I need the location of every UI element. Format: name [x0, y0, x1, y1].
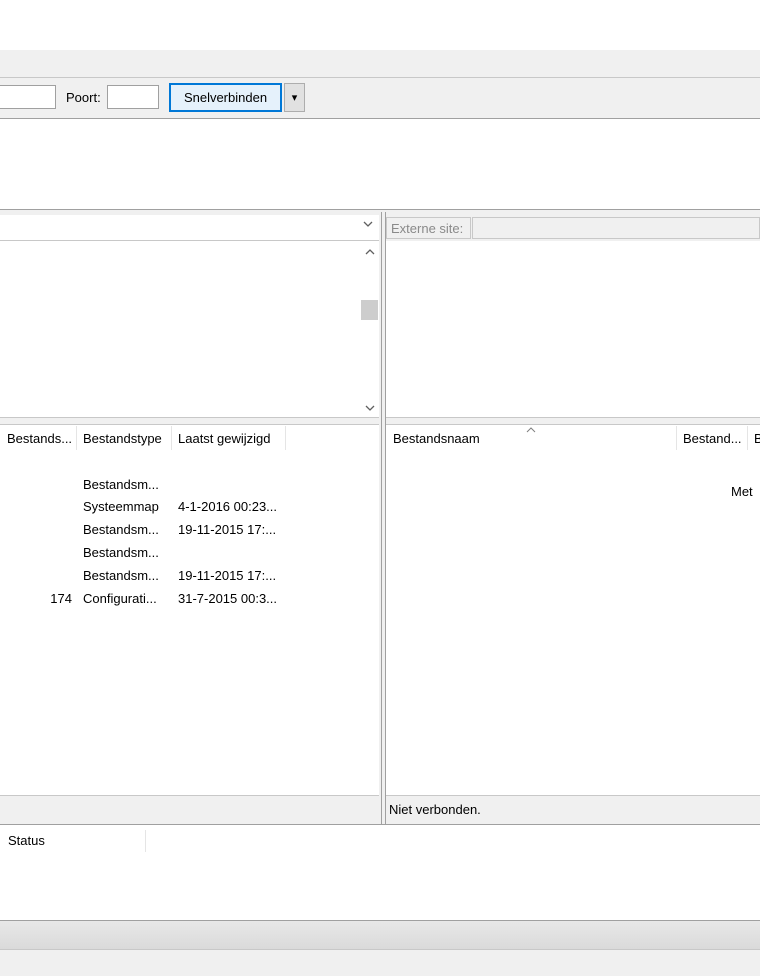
chevron-down-icon: ▾: [291, 92, 298, 104]
local-column-modified[interactable]: Laatst gewijzigd: [178, 426, 283, 450]
table-row[interactable]: Bestandsm... 19-11-2015 17:...: [0, 566, 379, 586]
remote-status-bar: Niet verbonden.: [386, 796, 760, 822]
transfer-queue[interactable]: Status: [0, 825, 760, 920]
file-modified: 19-11-2015 17:...: [178, 568, 277, 583]
file-type: Bestandsm...: [83, 477, 159, 492]
file-modified: 19-11-2015 17:...: [178, 522, 277, 537]
table-row[interactable]: Systeemmap 4-1-2016 00:23...: [0, 497, 379, 517]
file-type: Bestandsm...: [83, 545, 159, 560]
queue-column-status[interactable]: Status: [8, 830, 45, 852]
table-row[interactable]: 174 Configurati... 31-7-2015 00:3...: [0, 589, 379, 609]
queue-tabs-strip: [0, 921, 760, 949]
toolbar: [0, 50, 760, 77]
file-modified: 4-1-2016 00:23...: [178, 499, 278, 514]
remote-directory-tree[interactable]: [386, 241, 760, 417]
table-row[interactable]: Bestandsm... 19-11-2015 17:...: [0, 520, 379, 540]
file-size: 174: [50, 591, 72, 606]
local-tree-scrollbar[interactable]: [360, 241, 379, 417]
quickconnect-button[interactable]: Snelverbinden: [169, 83, 282, 112]
scroll-thumb[interactable]: [361, 300, 378, 320]
quickconnect-button-label: Snelverbinden: [183, 90, 268, 105]
file-type: Systeemmap: [83, 499, 159, 514]
local-path-dropdown[interactable]: [362, 218, 374, 233]
table-row[interactable]: Bestandsm...: [0, 475, 379, 495]
title-area: [0, 0, 760, 50]
remote-path-combobox[interactable]: [472, 217, 760, 239]
quickconnect-dropdown-button[interactable]: ▾: [284, 83, 305, 112]
remote-column-type[interactable]: B: [754, 426, 760, 450]
remote-column-size[interactable]: Bestand...: [683, 426, 745, 450]
local-column-size[interactable]: Bestands...: [7, 426, 73, 450]
file-type: Bestandsm...: [83, 568, 159, 583]
remote-file-list[interactable]: [386, 424, 760, 795]
chevron-up-icon: [365, 248, 374, 254]
local-column-type[interactable]: Bestandstype: [83, 426, 171, 450]
remote-site-label: Externe site:: [386, 217, 471, 239]
remote-site-bar: Externe site:: [386, 215, 760, 241]
chevron-down-icon: [365, 405, 374, 411]
status-bar: [0, 950, 760, 976]
port-field[interactable]: [107, 85, 159, 109]
remote-empty-message: Met: [731, 484, 753, 499]
remote-status-text: Niet verbonden.: [389, 802, 481, 817]
quickconnect-bar: Poort: Snelverbinden ▾: [0, 78, 760, 118]
table-row[interactable]: Bestandsm...: [0, 543, 379, 563]
file-modified: 31-7-2015 00:3...: [178, 591, 278, 606]
local-path-combobox[interactable]: [0, 215, 379, 241]
port-label: Poort:: [66, 90, 101, 105]
scroll-down-button[interactable]: [361, 399, 378, 416]
file-type: Bestandsm...: [83, 522, 159, 537]
local-status-bar: [0, 796, 379, 822]
scroll-up-button[interactable]: [361, 243, 378, 260]
remote-column-filename[interactable]: Bestandsnaam: [393, 426, 673, 450]
local-directory-tree[interactable]: [0, 241, 379, 417]
file-type: Configurati...: [83, 591, 157, 606]
password-field[interactable]: [0, 85, 56, 109]
message-log[interactable]: [0, 119, 760, 209]
chevron-down-icon: [363, 221, 373, 227]
